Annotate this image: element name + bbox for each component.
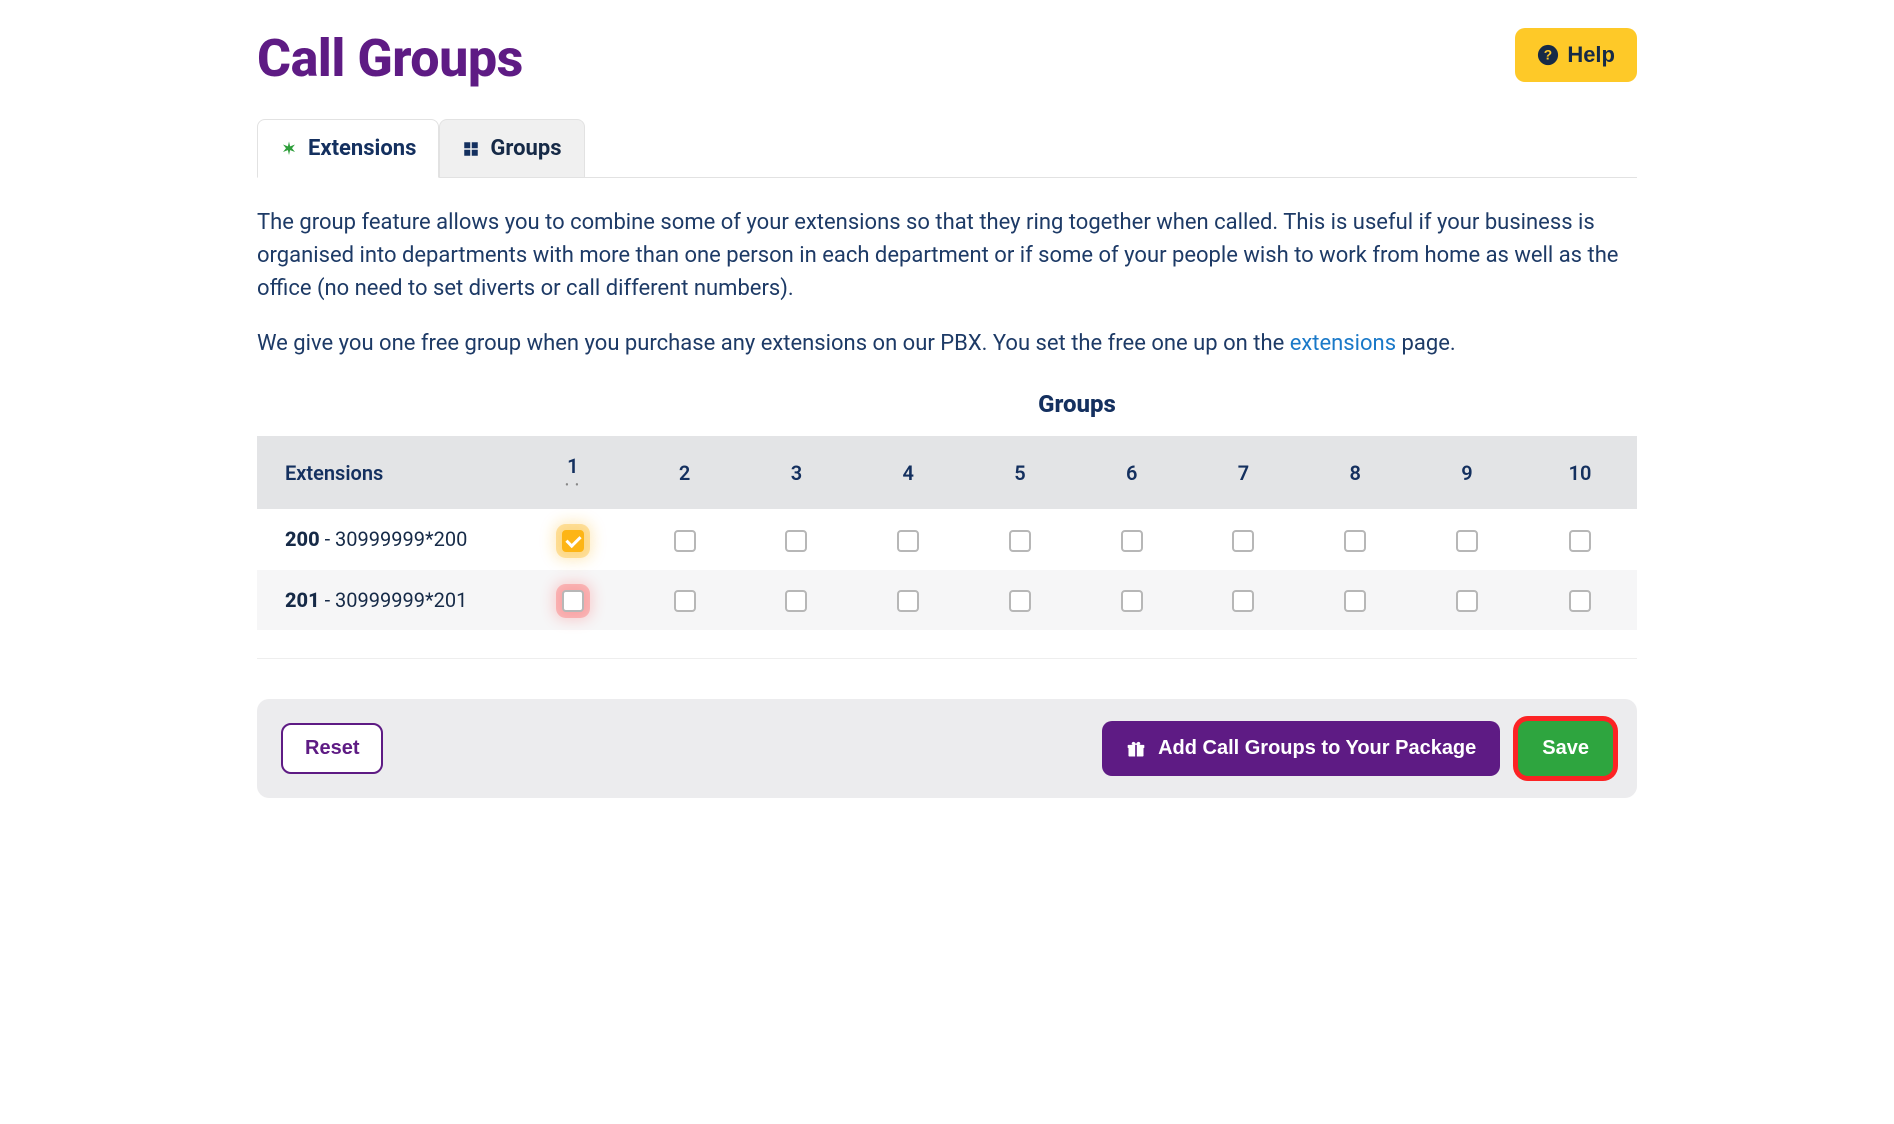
group-cell	[1076, 509, 1188, 570]
group-checkbox[interactable]	[785, 590, 807, 612]
description-paragraph-2: We give you one free group when you purc…	[257, 327, 1637, 360]
asterisk-icon	[280, 140, 298, 158]
group-checkbox[interactable]	[1232, 530, 1254, 552]
group-cell	[1523, 509, 1637, 570]
group-cell	[1076, 570, 1188, 631]
tab-groups-label: Groups	[490, 136, 561, 161]
group-checkbox[interactable]	[1121, 590, 1143, 612]
reset-button[interactable]: Reset	[281, 723, 383, 774]
group-checkbox[interactable]	[1569, 590, 1591, 612]
group-cell	[964, 509, 1076, 570]
extensions-link[interactable]: extensions	[1290, 331, 1396, 356]
column-group-7: 7	[1188, 436, 1300, 509]
group-checkbox[interactable]	[1344, 590, 1366, 612]
column-group-2: 2	[629, 436, 741, 509]
extension-cell: 201 - 30999999*201	[257, 570, 517, 631]
group-checkbox[interactable]	[897, 590, 919, 612]
group-cell	[1299, 509, 1411, 570]
description-p2-pre: We give you one free group when you purc…	[257, 331, 1290, 356]
group-checkbox[interactable]	[1232, 590, 1254, 612]
help-icon: ?	[1537, 44, 1559, 66]
description-p2-post: page.	[1396, 331, 1456, 356]
group-checkbox[interactable]	[1456, 590, 1478, 612]
group-checkbox[interactable]	[1456, 530, 1478, 552]
group-cell	[1411, 570, 1523, 631]
column-group-9: 9	[1411, 436, 1523, 509]
column-group-5: 5	[964, 436, 1076, 509]
divider	[257, 658, 1637, 659]
groups-heading: Groups	[257, 390, 1637, 418]
group-cell	[1411, 509, 1523, 570]
column-group-3: 3	[741, 436, 853, 509]
group-checkbox[interactable]	[785, 530, 807, 552]
group-checkbox[interactable]	[674, 590, 696, 612]
tab-extensions[interactable]: Extensions	[257, 119, 439, 178]
svg-text:?: ?	[1544, 48, 1552, 63]
group-checkbox[interactable]	[674, 530, 696, 552]
group-checkbox[interactable]	[1009, 590, 1031, 612]
group-cell	[1299, 570, 1411, 631]
group-cell	[1188, 509, 1300, 570]
group-cell	[741, 509, 853, 570]
column-group-6: 6	[1076, 436, 1188, 509]
group-cell	[517, 570, 629, 631]
group-checkbox[interactable]	[562, 530, 584, 552]
group-cell	[1523, 570, 1637, 631]
grid-icon	[462, 140, 480, 158]
column-group-1: 1• •	[517, 436, 629, 509]
group-cell	[852, 570, 964, 631]
group-checkbox[interactable]	[1569, 530, 1591, 552]
group-checkbox[interactable]	[1344, 530, 1366, 552]
group-checkbox[interactable]	[562, 590, 584, 612]
tab-groups[interactable]: Groups	[439, 119, 584, 177]
add-package-label: Add Call Groups to Your Package	[1158, 737, 1476, 760]
column-group-4: 4	[852, 436, 964, 509]
tab-extensions-label: Extensions	[308, 136, 416, 161]
description-paragraph-1: The group feature allows you to combine …	[257, 206, 1637, 305]
help-button[interactable]: ? Help	[1515, 28, 1637, 82]
save-button[interactable]: Save	[1518, 721, 1613, 776]
group-cell	[852, 509, 964, 570]
group-cell	[964, 570, 1076, 631]
column-group-8: 8	[1299, 436, 1411, 509]
table-row: 201 - 30999999*201	[257, 570, 1637, 631]
group-checkbox[interactable]	[1121, 530, 1143, 552]
column-extensions: Extensions	[257, 436, 517, 509]
column-1-dots-icon: • •	[527, 480, 619, 491]
group-cell	[1188, 570, 1300, 631]
group-checkbox[interactable]	[897, 530, 919, 552]
gift-icon	[1126, 739, 1146, 759]
help-label: Help	[1567, 42, 1615, 68]
extension-cell: 200 - 30999999*200	[257, 509, 517, 570]
group-cell	[741, 570, 853, 631]
column-group-10: 10	[1523, 436, 1637, 509]
group-checkbox[interactable]	[1009, 530, 1031, 552]
footer-bar: Reset Add Call Groups to Your Package Sa…	[257, 699, 1637, 798]
table-row: 200 - 30999999*200	[257, 509, 1637, 570]
extensions-table: Extensions 1• •2345678910 200 - 30999999…	[257, 436, 1637, 630]
tabs: Extensions Groups	[257, 119, 1637, 178]
group-cell	[629, 509, 741, 570]
add-package-button[interactable]: Add Call Groups to Your Package	[1102, 721, 1500, 776]
group-cell	[517, 509, 629, 570]
page-title: Call Groups	[257, 28, 523, 89]
group-cell	[629, 570, 741, 631]
